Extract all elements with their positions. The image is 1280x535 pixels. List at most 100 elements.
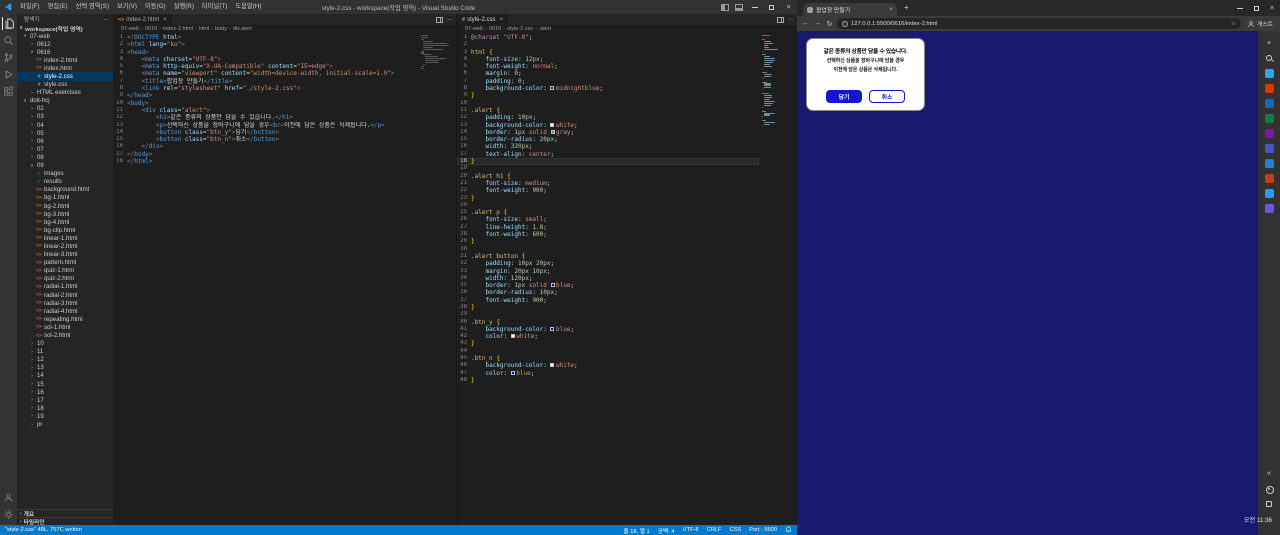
breadcrumb-item[interactable]: 07-web [121,26,139,32]
tree-item-12[interactable]: › 12 [17,356,113,364]
vscode-close-button[interactable]: × [780,0,797,14]
menu-item-4[interactable]: 이동(G) [141,0,170,14]
tree-item-17[interactable]: › 17 [17,396,113,404]
tree-item-13[interactable]: › 13 [17,364,113,372]
menu-item-0[interactable]: 파일(F) [16,0,44,14]
breadcrumb-item[interactable]: 0616 [489,26,501,32]
menu-item-2[interactable]: 선택 영역(S) [72,0,113,14]
source-control-icon[interactable] [2,51,15,64]
tree-item-radial-1-html[interactable]: <> radial-1.html [17,283,113,291]
breadcrumb-item[interactable]: index-2.html [163,26,193,32]
menu-item-6[interactable]: 터미널(T) [198,0,231,14]
tree-item-07-web[interactable]: ∨ 07-web [17,32,113,40]
vscode-app-icon[interactable] [1264,189,1274,198]
timeline-section[interactable]: › 타임라인 [17,517,113,525]
copilot-icon[interactable] [1264,69,1274,78]
tree-item-images[interactable]: › images [17,170,113,178]
extensions-icon[interactable] [2,85,15,98]
language-mode[interactable]: CSS [729,527,741,533]
forward-icon[interactable]: → [813,20,822,27]
tree-item-07[interactable]: › 07 [17,145,113,153]
vscode-maximize-button[interactable] [763,0,780,14]
explorer-icon[interactable] [2,17,15,30]
tree-item-repeating-html[interactable]: <> repeating.html [17,315,113,323]
search-icon[interactable] [1264,53,1274,63]
breadcrumb-item[interactable]: .alert [539,26,551,32]
tree-item-linear-3-html[interactable]: <> linear-3.html [17,251,113,259]
tree-item-style-css[interactable]: # style.css [17,81,113,89]
address-bar[interactable]: i 127.0.0.1:5500/0616/index-2.html ☆ [837,18,1241,29]
tree-item-0612[interactable]: › 0612 [17,40,113,48]
tree-item-index-2-html[interactable]: <> index-2.html [17,56,113,64]
code-editor-html[interactable]: 1 <!DOCTYPE html> 2 <html lang="ko"> 3 <head>… [113,34,418,165]
more-actions-icon[interactable]: ··· [447,16,453,23]
tree-item-09[interactable]: ∨ 09 [17,162,113,170]
tree-item-background-html[interactable]: <> background.html [17,186,113,194]
split-editor-icon[interactable] [436,16,443,23]
tree-item-08[interactable]: › 08 [17,153,113,161]
browser-minimize-button[interactable] [1232,0,1248,16]
refresh-icon[interactable]: ↻ [825,20,834,28]
indentation[interactable]: 공백: 4 [658,526,675,535]
confirm-button[interactable]: 담기 [826,90,862,104]
tree-item-bg-3-html[interactable]: <> bg-3.html [17,210,113,218]
sidebar-settings-icon[interactable] [1264,484,1274,494]
run-debug-icon[interactable] [2,68,15,81]
minimap[interactable] [421,35,453,70]
outlook-icon[interactable] [1264,99,1274,108]
microsoft365-icon[interactable] [1264,84,1274,93]
tree-item-14[interactable]: › 14 [17,372,113,380]
tree-item-linear-2-html[interactable]: <> linear-2.html [17,242,113,250]
workspaces-icon[interactable] [1266,501,1272,507]
teams-icon[interactable] [1264,144,1274,153]
breadcrumb-item[interactable]: 0616 [145,26,157,32]
code-editor-css[interactable]: 1 @charset "UTF-8"; 2 3 html {4 font-size: 1… [457,34,759,384]
breadcrumb-item[interactable]: div.alert [233,26,252,32]
tree-item-pattern-html[interactable]: <> pattern.html [17,259,113,267]
tree-item-0616[interactable]: ∨ 0616 [17,48,113,56]
tree-item-bg-2-html[interactable]: <> bg-2.html [17,202,113,210]
tab-index-2-html[interactable]: <> index-2.html × [113,14,172,25]
browser-maximize-button[interactable] [1248,0,1264,16]
close-tab-icon[interactable]: × [499,16,503,23]
encoding[interactable]: UTF-8 [682,527,698,533]
workspace-section[interactable]: ∨ workspace(작업 영역) [17,24,113,33]
tree-item-16[interactable]: › 16 [17,388,113,396]
browser-tab[interactable]: 팝업창 만들기 × [803,3,897,16]
toggle-panel-icon[interactable] [735,3,743,11]
collapse-sidebar-icon[interactable]: « [1264,467,1274,477]
excel-icon[interactable] [1264,114,1274,123]
sidebar-actions-icon[interactable]: ··· [103,16,109,23]
notifications-bell-icon[interactable] [785,526,792,535]
tree-item-10[interactable]: › 10 [17,340,113,348]
tree-item-bg-1-html[interactable]: <> bg-1.html [17,194,113,202]
search-icon[interactable] [2,34,15,47]
cancel-button[interactable]: 취소 [869,90,905,104]
add-icon[interactable]: + [1264,37,1274,47]
breadcrumb-item[interactable]: html [199,26,209,32]
menu-item-7[interactable]: 도움말(H) [231,0,265,14]
profile-button[interactable]: 게스트 [1244,19,1276,28]
tree-item-18[interactable]: › 18 [17,404,113,412]
word-icon[interactable] [1264,159,1274,168]
close-tab-icon[interactable]: × [889,6,893,13]
tree-item-pr[interactable]: › pr [17,421,113,429]
tree-item-quiz-1-html[interactable]: <> quiz-1.html [17,267,113,275]
eol-sequence[interactable]: CRLF [707,527,722,533]
breadcrumb-item[interactable]: style-2.css [507,26,533,32]
menu-item-1[interactable]: 편집(E) [44,0,72,14]
site-info-icon[interactable]: i [842,20,848,27]
tree-item-results[interactable]: › results [17,178,113,186]
browser-close-button[interactable]: × [1264,0,1280,16]
tree-item-05[interactable]: › 05 [17,129,113,137]
tree-item-sol-1-html[interactable]: <> sol-1.html [17,323,113,331]
games-icon[interactable] [1264,204,1274,213]
back-icon[interactable]: ← [801,20,810,27]
breadcrumb-item[interactable]: 07-web [465,26,483,32]
new-tab-button[interactable]: + [904,0,909,16]
more-actions-icon[interactable]: ··· [788,16,794,23]
tree-item-04[interactable]: › 04 [17,121,113,129]
toggle-sidebar-icon[interactable] [721,3,729,11]
tree-item-bg-4-html[interactable]: <> bg-4.html [17,218,113,226]
tree-item-doit-hcj[interactable]: ∨ doit-hcj [17,97,113,105]
